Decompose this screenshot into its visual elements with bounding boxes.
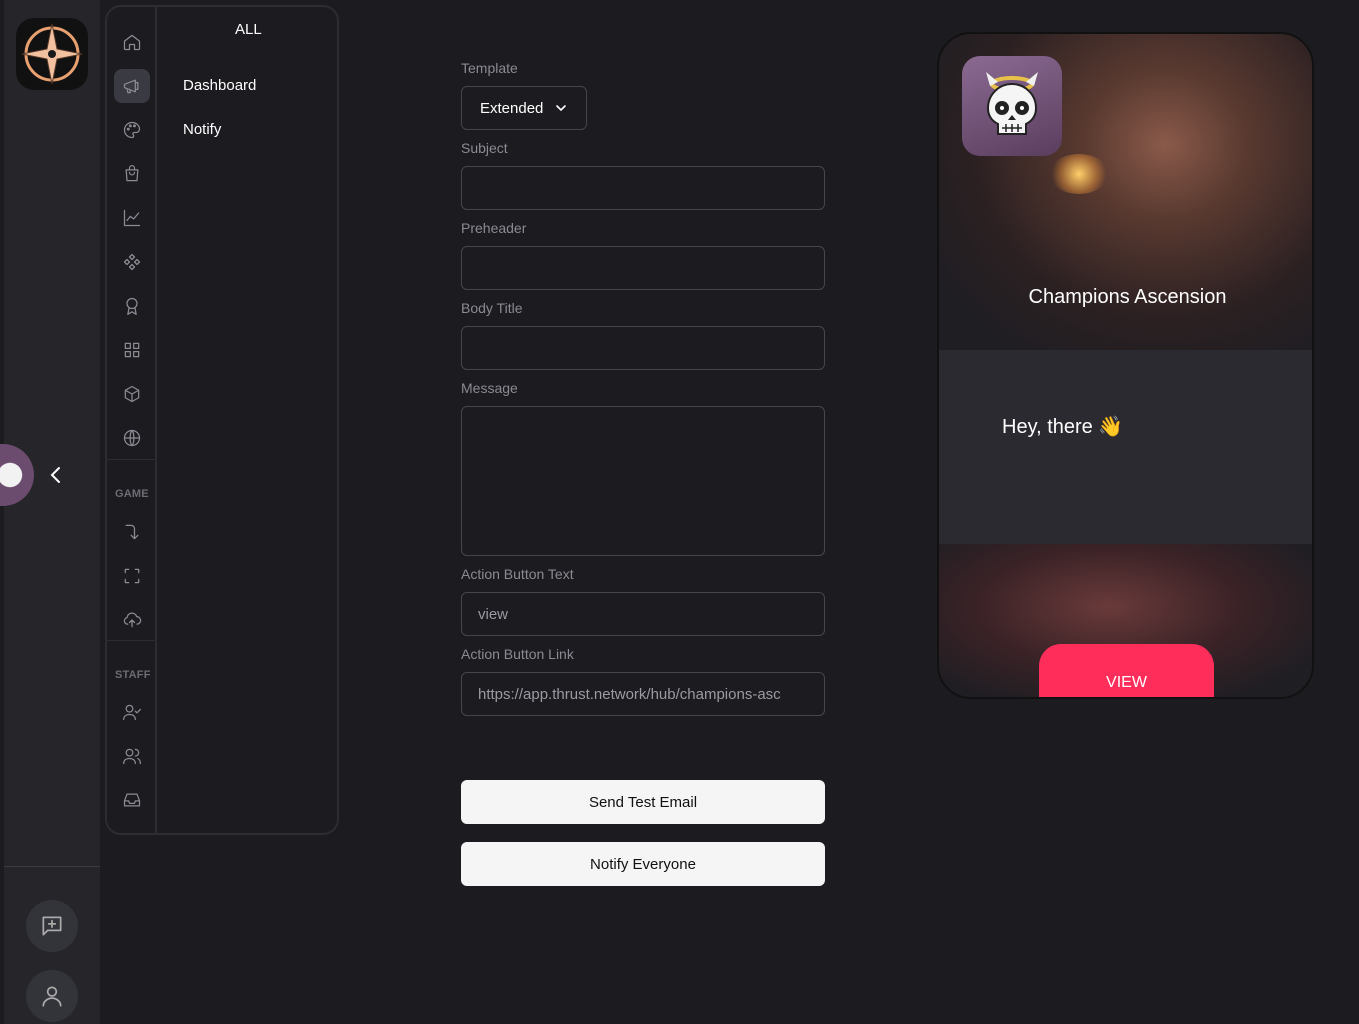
- cube-icon: [124, 385, 140, 403]
- template-label: Template: [461, 60, 518, 76]
- menu-heading-all: ALL: [235, 21, 262, 38]
- palette-icon: [123, 121, 141, 139]
- hero-glow: [1049, 154, 1109, 194]
- inbox-icon: [123, 793, 141, 807]
- app-logo[interactable]: [16, 18, 88, 90]
- nav-upload[interactable]: [114, 603, 150, 637]
- globe-icon: [123, 429, 141, 447]
- game-title: Champions Ascension: [1028, 286, 1227, 308]
- app-rail: [0, 0, 100, 1024]
- rail-divider: [4, 866, 100, 867]
- message-panel: Hey, there 👋: [939, 350, 1312, 544]
- subject-label: Subject: [461, 140, 508, 156]
- nav-achievements[interactable]: [114, 289, 150, 323]
- section-divider: [107, 640, 155, 641]
- action-button-text-label: Action Button Text: [461, 566, 574, 582]
- nav-home[interactable]: [114, 25, 150, 59]
- chevron-down-icon: [556, 105, 567, 112]
- cloud-upload-icon: [123, 612, 142, 628]
- body-title-input[interactable]: [461, 326, 825, 370]
- body-title-label: Body Title: [461, 300, 523, 316]
- nav-components[interactable]: [114, 245, 150, 279]
- skull-icon: [986, 72, 1038, 135]
- components-icon: [123, 253, 141, 271]
- compass-star-icon: [21, 23, 83, 85]
- nav-staff-users[interactable]: [114, 739, 150, 773]
- nav-flow[interactable]: [114, 515, 150, 549]
- home-icon: [123, 34, 141, 51]
- chevron-left-icon: [50, 467, 60, 483]
- nav-items[interactable]: [114, 377, 150, 411]
- user-check-icon: [123, 704, 141, 721]
- preheader-input[interactable]: [461, 246, 825, 290]
- nav-fullscreen[interactable]: [114, 559, 150, 593]
- nav-theme[interactable]: [114, 113, 150, 147]
- arrow-corner-down-right-icon: [125, 524, 139, 540]
- feedback-button[interactable]: [26, 900, 78, 952]
- greeting-text: Hey, there 👋: [1002, 416, 1124, 438]
- nav-notify[interactable]: [114, 69, 150, 103]
- nav-apps[interactable]: [114, 333, 150, 367]
- nav-store[interactable]: [114, 157, 150, 191]
- shopping-bag-icon: [125, 165, 139, 182]
- sidebar-icon-column: GAME STAFF: [107, 7, 157, 833]
- section-label-staff: STAFF: [115, 669, 151, 681]
- users-icon: [123, 748, 141, 765]
- nav-inbox[interactable]: [114, 783, 150, 817]
- view-button[interactable]: VIEW: [1039, 644, 1214, 697]
- action-button-link-input[interactable]: [461, 672, 825, 716]
- nav-staff-verified[interactable]: [114, 695, 150, 729]
- email-preview: Champions Ascension Hey, there 👋 VIEW: [937, 32, 1314, 699]
- nav-web[interactable]: [114, 421, 150, 455]
- chart-line-icon: [123, 209, 141, 227]
- action-button-link-label: Action Button Link: [461, 646, 574, 662]
- collapse-sidebar-button[interactable]: [44, 462, 68, 488]
- footer-image: VIEW: [939, 544, 1312, 697]
- message-plus-icon: [42, 916, 62, 936]
- menu-item-dashboard[interactable]: Dashboard: [183, 77, 256, 94]
- game-avatar[interactable]: [0, 444, 34, 506]
- section-label-game: GAME: [115, 488, 149, 500]
- preheader-label: Preheader: [461, 220, 527, 236]
- sidebar: GAME STAFF ALL Dashboard Notify: [105, 5, 339, 835]
- grid-icon: [124, 342, 140, 358]
- subject-input[interactable]: [461, 166, 825, 210]
- template-select[interactable]: Extended: [461, 86, 587, 130]
- notify-everyone-button[interactable]: Notify Everyone: [461, 842, 825, 886]
- megaphone-icon: [123, 79, 139, 94]
- game-logo: [962, 56, 1062, 156]
- menu-item-notify[interactable]: Notify: [183, 121, 221, 138]
- hero-image: Champions Ascension: [939, 34, 1312, 350]
- nav-analytics[interactable]: [114, 201, 150, 235]
- user-icon: [42, 986, 62, 1007]
- template-value: Extended: [480, 99, 544, 117]
- action-button-text-input[interactable]: [461, 592, 825, 636]
- scan-icon: [124, 568, 140, 584]
- award-icon: [126, 297, 138, 315]
- message-label: Message: [461, 380, 518, 396]
- profile-button[interactable]: [26, 970, 78, 1022]
- section-divider: [107, 459, 155, 460]
- send-test-email-button[interactable]: Send Test Email: [461, 780, 825, 824]
- message-textarea[interactable]: [461, 406, 825, 556]
